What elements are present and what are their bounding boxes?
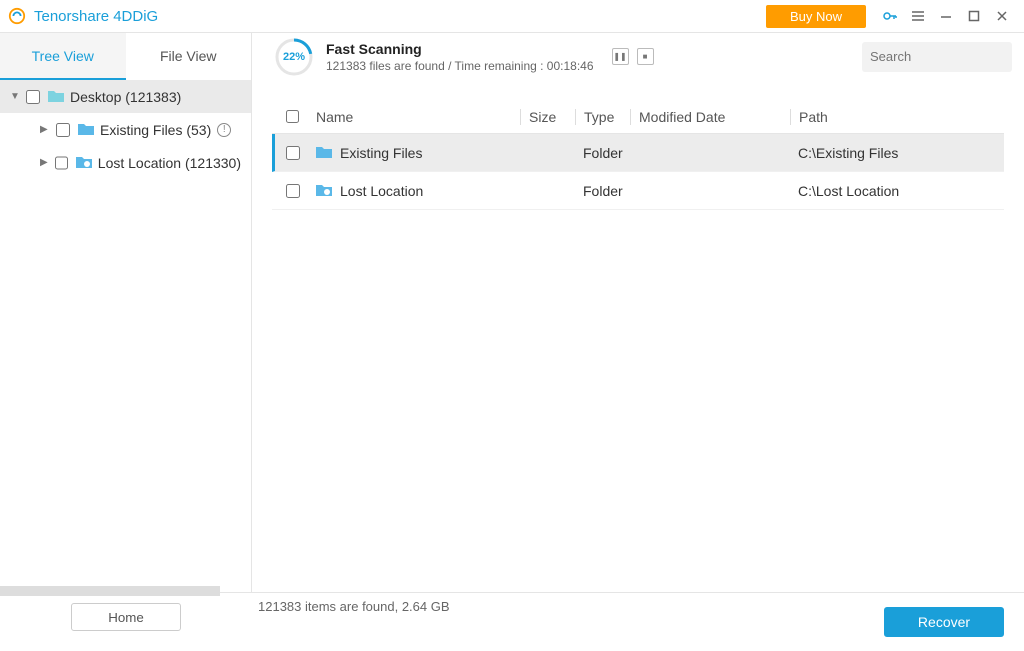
search-input[interactable] xyxy=(870,49,1024,64)
search-box[interactable] xyxy=(862,42,1012,72)
row-checkbox[interactable] xyxy=(286,146,300,160)
minimize-icon[interactable] xyxy=(935,5,957,27)
scan-detail: 121383 files are found / Time remaining … xyxy=(326,59,594,73)
checkbox-desktop[interactable] xyxy=(26,90,40,104)
tab-file-view[interactable]: File View xyxy=(126,33,252,80)
tree-label: Desktop (121383) xyxy=(70,89,181,105)
buy-now-button[interactable]: Buy Now xyxy=(766,5,866,28)
toolbar: Tree View File View 22% Fast Scanning 12… xyxy=(0,33,1024,80)
row-path: C:\Lost Location xyxy=(790,183,990,199)
tab-tree-view[interactable]: Tree View xyxy=(0,33,126,80)
info-icon[interactable]: ! xyxy=(217,123,231,137)
close-icon[interactable] xyxy=(991,5,1013,27)
col-modified[interactable]: Modified Date xyxy=(630,109,790,125)
progress-percent: 22% xyxy=(274,37,314,77)
view-tabs: Tree View File View xyxy=(0,33,252,80)
home-button[interactable]: Home xyxy=(71,603,181,631)
key-icon[interactable] xyxy=(879,5,901,27)
scan-title: Fast Scanning xyxy=(326,41,594,57)
row-checkbox[interactable] xyxy=(286,184,300,198)
sidebar: ▼ Desktop (121383) ▶ Existing Files (53)… xyxy=(0,80,252,592)
folder-icon xyxy=(316,184,332,197)
content-area: Name Size Type Modified Date Path Existi… xyxy=(252,80,1024,592)
titlebar: Tenorshare 4DDiG Buy Now xyxy=(0,0,1024,33)
scan-status: 22% Fast Scanning 121383 files are found… xyxy=(252,33,862,80)
app-logo-icon xyxy=(8,7,26,25)
scrollbar[interactable] xyxy=(0,586,220,596)
footer-status: 121383 items are found, 2.64 GB xyxy=(252,593,884,614)
checkbox-existing[interactable] xyxy=(56,123,70,137)
row-name: Existing Files xyxy=(340,145,422,161)
row-type: Folder xyxy=(575,145,630,161)
tree-label: Existing Files (53) xyxy=(100,122,211,138)
app-title: Tenorshare 4DDiG xyxy=(34,8,158,25)
col-type[interactable]: Type xyxy=(575,109,630,125)
pause-button[interactable]: ❚❚ xyxy=(612,48,629,65)
folder-icon xyxy=(76,156,92,169)
col-size[interactable]: Size xyxy=(520,109,575,125)
folder-icon xyxy=(316,146,332,159)
maximize-icon[interactable] xyxy=(963,5,985,27)
table-row[interactable]: Existing Files Folder C:\Existing Files xyxy=(272,134,1004,172)
row-type: Folder xyxy=(575,183,630,199)
chevron-right-icon[interactable]: ▶ xyxy=(40,157,49,168)
chevron-right-icon[interactable]: ▶ xyxy=(40,124,50,135)
table-header: Name Size Type Modified Date Path xyxy=(272,100,1004,134)
chevron-down-icon[interactable]: ▼ xyxy=(10,91,20,102)
checkbox-all[interactable] xyxy=(286,110,299,123)
recover-button[interactable]: Recover xyxy=(884,607,1004,637)
stop-button[interactable]: ■ xyxy=(637,48,654,65)
col-name[interactable]: Name xyxy=(316,109,520,125)
tree-item-existing-files[interactable]: ▶ Existing Files (53) ! xyxy=(0,113,251,146)
folder-icon xyxy=(48,90,64,103)
progress-ring: 22% xyxy=(274,37,314,77)
tree-item-desktop[interactable]: ▼ Desktop (121383) xyxy=(0,80,251,113)
checkbox-lost[interactable] xyxy=(55,156,68,170)
status-text: Fast Scanning 121383 files are found / T… xyxy=(326,41,594,73)
col-path[interactable]: Path xyxy=(790,109,990,125)
folder-icon xyxy=(78,123,94,136)
tree-label: Lost Location (121330) xyxy=(98,155,241,171)
table-row[interactable]: Lost Location Folder C:\Lost Location xyxy=(272,172,1004,210)
row-path: C:\Existing Files xyxy=(790,145,990,161)
footer: Home 121383 items are found, 2.64 GB Rec… xyxy=(0,592,1024,651)
tree-item-lost-location[interactable]: ▶ Lost Location (121330) xyxy=(0,146,251,179)
row-name: Lost Location xyxy=(340,183,423,199)
menu-icon[interactable] xyxy=(907,5,929,27)
